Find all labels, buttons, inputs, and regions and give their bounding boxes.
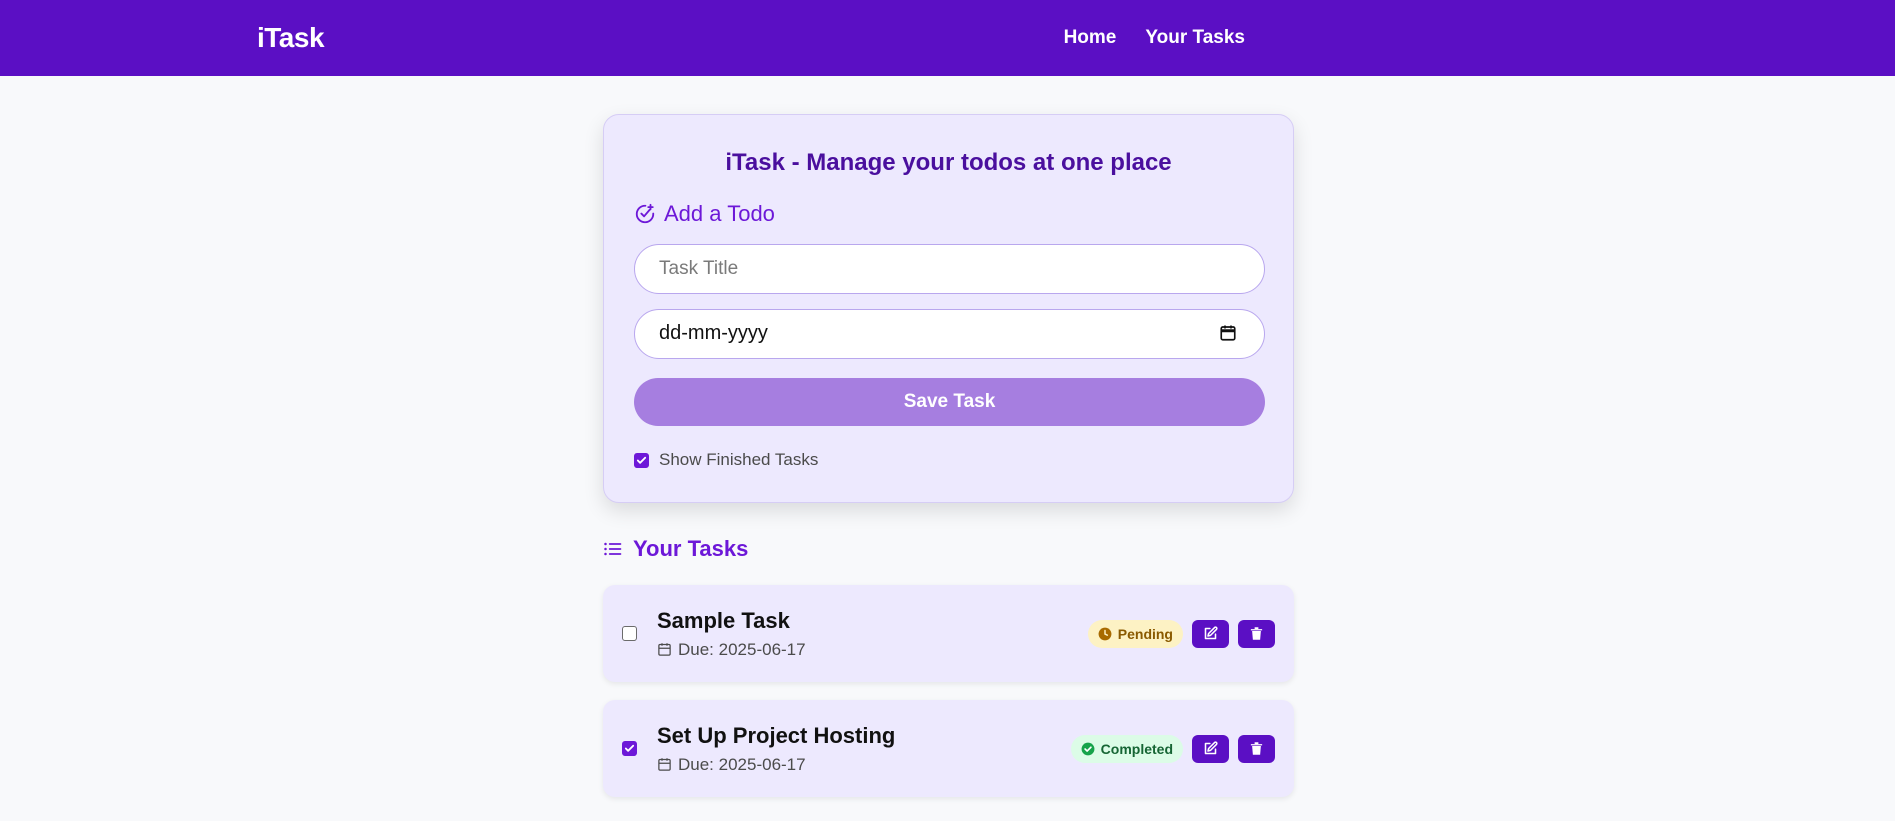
task-item: Sample Task Due: 2025-06-17 Pending: [603, 585, 1294, 682]
edit-icon: [1204, 626, 1218, 640]
task-body: Sample Task Due: 2025-06-17: [657, 608, 1088, 660]
delete-task-button[interactable]: [1238, 734, 1275, 763]
task-complete-checkbox[interactable]: [622, 626, 637, 641]
task-title: Sample Task: [657, 607, 790, 633]
calendar-icon: [658, 643, 671, 656]
nav-link-your-tasks[interactable]: Your Tasks: [1145, 27, 1245, 49]
task-due-text: Due: 2025-06-17: [678, 639, 806, 659]
show-finished-checkbox[interactable]: [634, 452, 649, 468]
show-finished-toggle[interactable]: Show Finished Tasks: [634, 450, 1263, 470]
task-title-input[interactable]: [634, 244, 1265, 294]
main-container: iTask - Manage your todos at one place A…: [603, 114, 1294, 797]
task-body: Set Up Project Hosting Due: 2025-06-17: [657, 723, 1071, 775]
navbar: iTask Home Your Tasks: [0, 0, 1895, 76]
edit-task-button[interactable]: [1192, 619, 1229, 648]
nav-link-home[interactable]: Home: [1064, 27, 1117, 49]
checkmark-icon: [624, 744, 635, 752]
due-date-field[interactable]: dd-mm-yyyy: [634, 309, 1265, 359]
task-due: Due: 2025-06-17: [657, 755, 1071, 775]
clock-icon: [1098, 627, 1112, 640]
trash-icon: [1250, 742, 1263, 755]
your-tasks-label: Your Tasks: [633, 536, 749, 561]
task-item: Set Up Project Hosting Due: 2025-06-17 C…: [603, 700, 1294, 797]
edit-icon: [1204, 741, 1218, 755]
calendar-icon: [658, 758, 671, 771]
checkmark-icon: [636, 456, 647, 464]
save-task-button[interactable]: Save Task: [634, 378, 1265, 426]
show-finished-label: Show Finished Tasks: [659, 450, 819, 469]
circle-check-plus-icon: [635, 203, 655, 224]
task-due: Due: 2025-06-17: [657, 640, 1088, 660]
delete-task-button[interactable]: [1238, 619, 1275, 648]
status-label: Pending: [1117, 625, 1173, 642]
list-icon: [604, 542, 622, 556]
add-todo-card: iTask - Manage your todos at one place A…: [603, 114, 1294, 503]
page-title: iTask - Manage your todos at one place: [725, 149, 1172, 176]
task-complete-checkbox[interactable]: [622, 741, 637, 756]
trash-icon: [1250, 627, 1263, 640]
due-date-input[interactable]: [634, 309, 1265, 359]
brand-logo[interactable]: iTask: [257, 22, 325, 54]
add-todo-label: Add a Todo: [664, 201, 775, 226]
check-circle-icon: [1081, 742, 1095, 755]
status-label: Completed: [1100, 740, 1173, 757]
calendar-picker-icon[interactable]: [1219, 324, 1237, 342]
your-tasks-heading: Your Tasks: [603, 536, 1294, 562]
task-due-text: Due: 2025-06-17: [678, 754, 806, 774]
status-badge: Completed: [1070, 734, 1183, 763]
add-todo-heading: Add a Todo: [634, 201, 1263, 227]
nav-links: Home Your Tasks: [1064, 27, 1245, 49]
task-title: Set Up Project Hosting: [657, 722, 896, 748]
edit-task-button[interactable]: [1192, 734, 1229, 763]
status-badge: Pending: [1087, 619, 1183, 648]
